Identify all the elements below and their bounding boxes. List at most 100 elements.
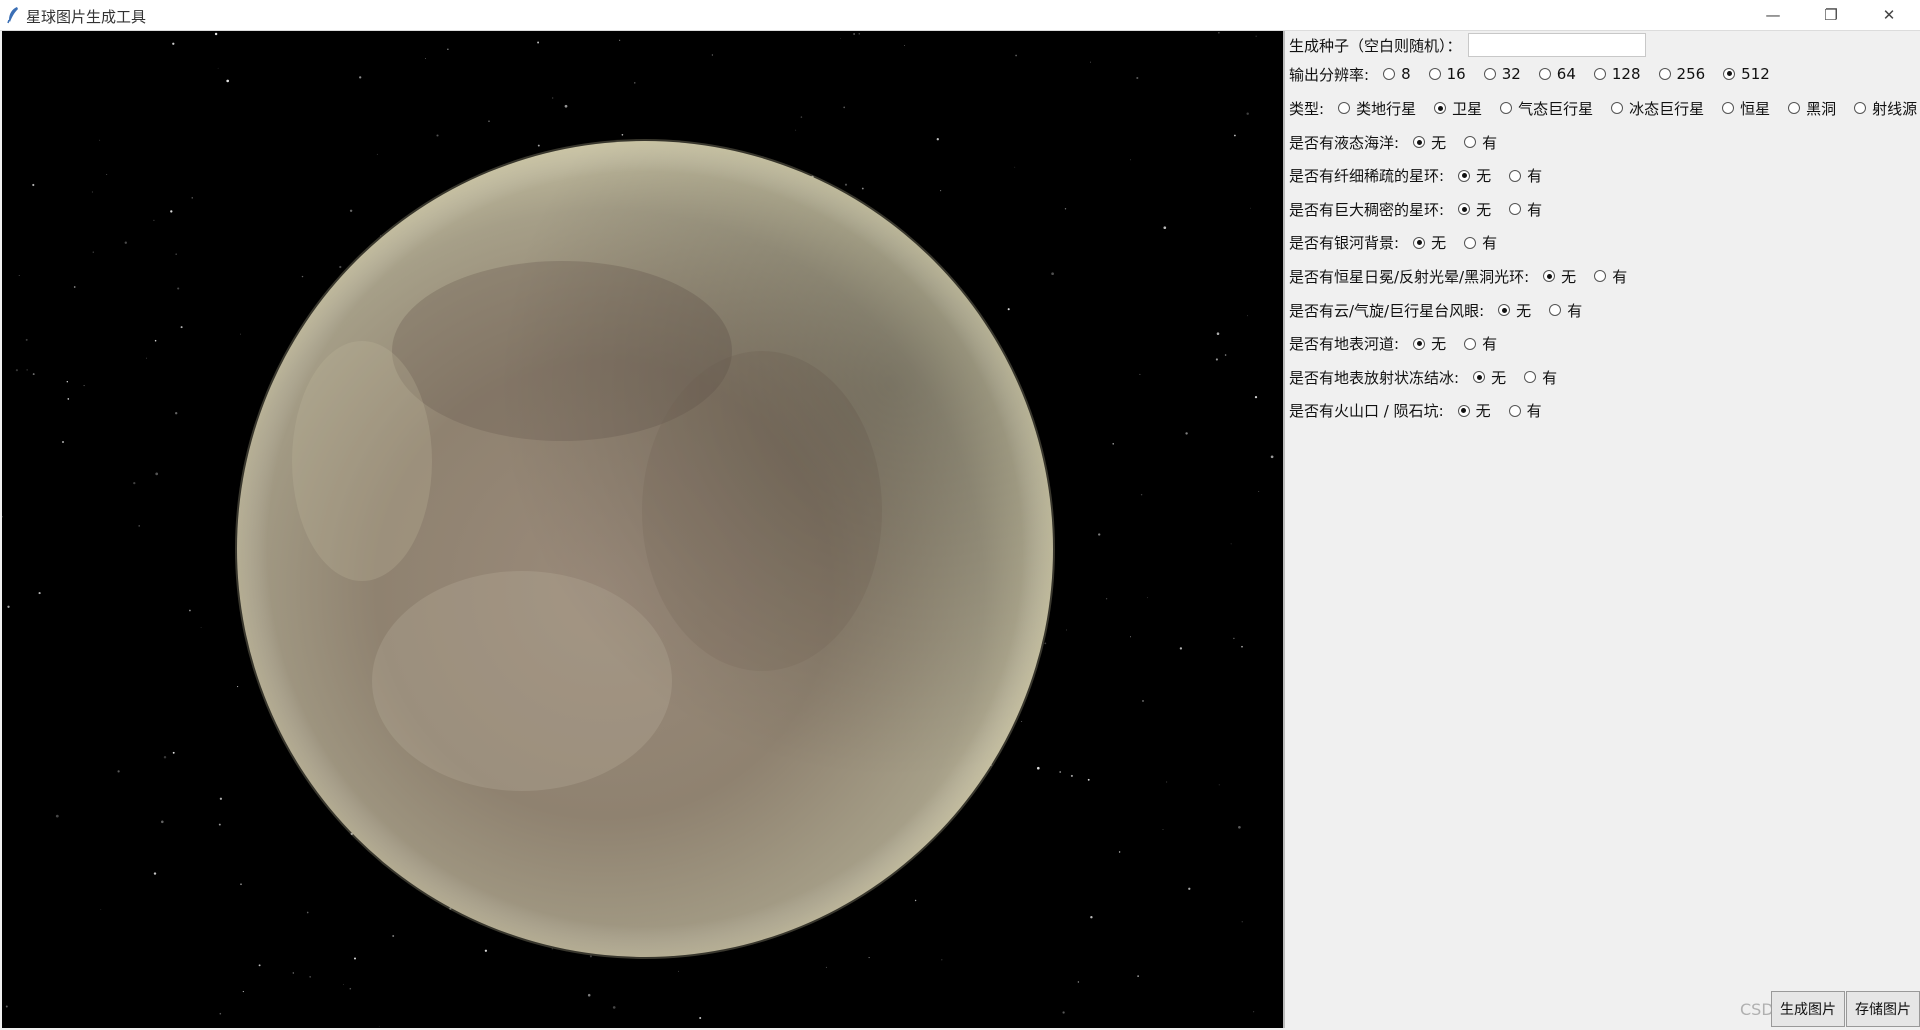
radio-button[interactable] bbox=[1428, 67, 1441, 80]
radio-button[interactable] bbox=[1509, 169, 1522, 182]
star bbox=[155, 472, 159, 476]
type-option[interactable]: 气态巨行星 bbox=[1490, 98, 1593, 119]
radio-button[interactable] bbox=[1538, 67, 1551, 80]
radio-button[interactable] bbox=[1383, 67, 1396, 80]
resolution-option[interactable]: 32 bbox=[1474, 65, 1521, 83]
feature-option-label: 有 bbox=[1526, 402, 1542, 421]
window-title: 星球图片生成工具 bbox=[26, 8, 147, 26]
feature-option-no[interactable]: 无 bbox=[1448, 400, 1491, 421]
type-option[interactable]: 黑洞 bbox=[1778, 98, 1836, 119]
resolution-option[interactable]: 16 bbox=[1419, 65, 1466, 83]
radio-button[interactable] bbox=[1473, 371, 1486, 384]
generate-image-button[interactable]: 生成图片 bbox=[1771, 991, 1845, 1027]
radio-button[interactable] bbox=[1723, 67, 1736, 80]
radio-button[interactable] bbox=[1788, 102, 1801, 114]
resolution-option[interactable]: 512 bbox=[1713, 65, 1770, 83]
type-option[interactable]: 卫星 bbox=[1424, 98, 1482, 119]
maximize-button[interactable]: ❐ bbox=[1802, 0, 1860, 30]
radio-button[interactable] bbox=[1524, 371, 1537, 384]
feature-option-yes[interactable]: 有 bbox=[1499, 199, 1542, 220]
radio-button[interactable] bbox=[1593, 67, 1606, 80]
feature-option-yes[interactable]: 有 bbox=[1499, 165, 1542, 186]
star bbox=[1087, 778, 1090, 781]
type-option[interactable]: 冰态巨行星 bbox=[1601, 98, 1704, 119]
radio-button[interactable] bbox=[1413, 337, 1426, 350]
star bbox=[106, 173, 108, 175]
star bbox=[552, 97, 554, 99]
radio-button[interactable] bbox=[1854, 102, 1867, 114]
feature-option-yes[interactable]: 有 bbox=[1454, 132, 1497, 153]
radio-button[interactable] bbox=[1464, 236, 1477, 249]
feature-option-label: 有 bbox=[1482, 133, 1498, 152]
feature-option-yes[interactable]: 有 bbox=[1454, 232, 1497, 253]
radio-button[interactable] bbox=[1658, 67, 1671, 80]
star bbox=[904, 45, 905, 47]
minimize-button[interactable]: — bbox=[1744, 0, 1802, 30]
close-icon: ✕ bbox=[1882, 6, 1896, 24]
radio-button[interactable] bbox=[1611, 102, 1624, 114]
star bbox=[941, 959, 943, 961]
radio-button[interactable] bbox=[1508, 404, 1521, 417]
star bbox=[172, 42, 175, 45]
feature-option-no[interactable]: 无 bbox=[1403, 132, 1446, 153]
feature-option-no[interactable]: 无 bbox=[1488, 300, 1531, 321]
radio-button[interactable] bbox=[1464, 337, 1477, 350]
radio-button[interactable] bbox=[1464, 136, 1477, 148]
radio-button[interactable] bbox=[1458, 203, 1471, 216]
feature-option-no[interactable]: 无 bbox=[1448, 199, 1491, 220]
feature-option-no[interactable]: 无 bbox=[1463, 367, 1506, 388]
star bbox=[839, 38, 841, 40]
star bbox=[1139, 373, 1141, 375]
radio-button[interactable] bbox=[1457, 404, 1470, 417]
resolution-option[interactable]: 64 bbox=[1529, 65, 1576, 83]
close-button[interactable]: ✕ bbox=[1860, 0, 1918, 30]
type-option-label: 冰态巨行星 bbox=[1629, 99, 1705, 118]
resolution-option[interactable]: 128 bbox=[1584, 65, 1641, 83]
type-option-label: 卫星 bbox=[1452, 99, 1483, 118]
radio-button[interactable] bbox=[1338, 102, 1351, 114]
type-option[interactable]: 类地行星 bbox=[1328, 98, 1416, 119]
radio-button[interactable] bbox=[1413, 136, 1426, 148]
star bbox=[214, 32, 218, 36]
feature-option-no[interactable]: 无 bbox=[1403, 333, 1446, 354]
star bbox=[1070, 774, 1073, 777]
star bbox=[61, 440, 65, 444]
star bbox=[868, 957, 870, 959]
star bbox=[145, 357, 147, 359]
radio-button[interactable] bbox=[1483, 67, 1496, 80]
feature-option-yes[interactable]: 有 bbox=[1454, 333, 1497, 354]
feature-option-no[interactable]: 无 bbox=[1533, 266, 1576, 287]
star bbox=[170, 210, 173, 213]
resolution-option[interactable]: 8 bbox=[1373, 65, 1411, 83]
star bbox=[1142, 700, 1144, 702]
resolution-option[interactable]: 256 bbox=[1649, 65, 1705, 83]
star bbox=[349, 987, 352, 990]
star bbox=[1015, 54, 1017, 57]
type-option[interactable]: 射线源 bbox=[1844, 98, 1917, 119]
feature-option-yes[interactable]: 有 bbox=[1499, 400, 1542, 421]
star bbox=[1238, 825, 1241, 829]
star bbox=[99, 139, 101, 141]
type-option[interactable]: 恒星 bbox=[1712, 98, 1770, 119]
star bbox=[1179, 647, 1183, 650]
radio-button[interactable] bbox=[1498, 304, 1511, 316]
radio-button[interactable] bbox=[1434, 102, 1447, 114]
radio-button[interactable] bbox=[1509, 203, 1522, 216]
feature-option-yes[interactable]: 有 bbox=[1539, 300, 1582, 321]
radio-button[interactable] bbox=[1500, 102, 1513, 114]
star bbox=[191, 197, 193, 199]
radio-button[interactable] bbox=[1543, 270, 1556, 283]
radio-button[interactable] bbox=[1722, 102, 1735, 114]
feature-row: 是否有地表河道: 无 有 bbox=[1289, 331, 1505, 357]
radio-button[interactable] bbox=[1549, 304, 1562, 316]
radio-button[interactable] bbox=[1594, 270, 1607, 283]
feature-option-no[interactable]: 无 bbox=[1403, 232, 1446, 253]
feature-option-no[interactable]: 无 bbox=[1448, 165, 1491, 186]
feature-option-yes[interactable]: 有 bbox=[1514, 367, 1557, 388]
star bbox=[621, 133, 624, 136]
seed-input[interactable] bbox=[1467, 33, 1646, 57]
radio-button[interactable] bbox=[1458, 169, 1471, 182]
feature-option-yes[interactable]: 有 bbox=[1584, 266, 1627, 287]
save-image-button[interactable]: 存储图片 bbox=[1846, 991, 1920, 1027]
radio-button[interactable] bbox=[1413, 236, 1426, 249]
